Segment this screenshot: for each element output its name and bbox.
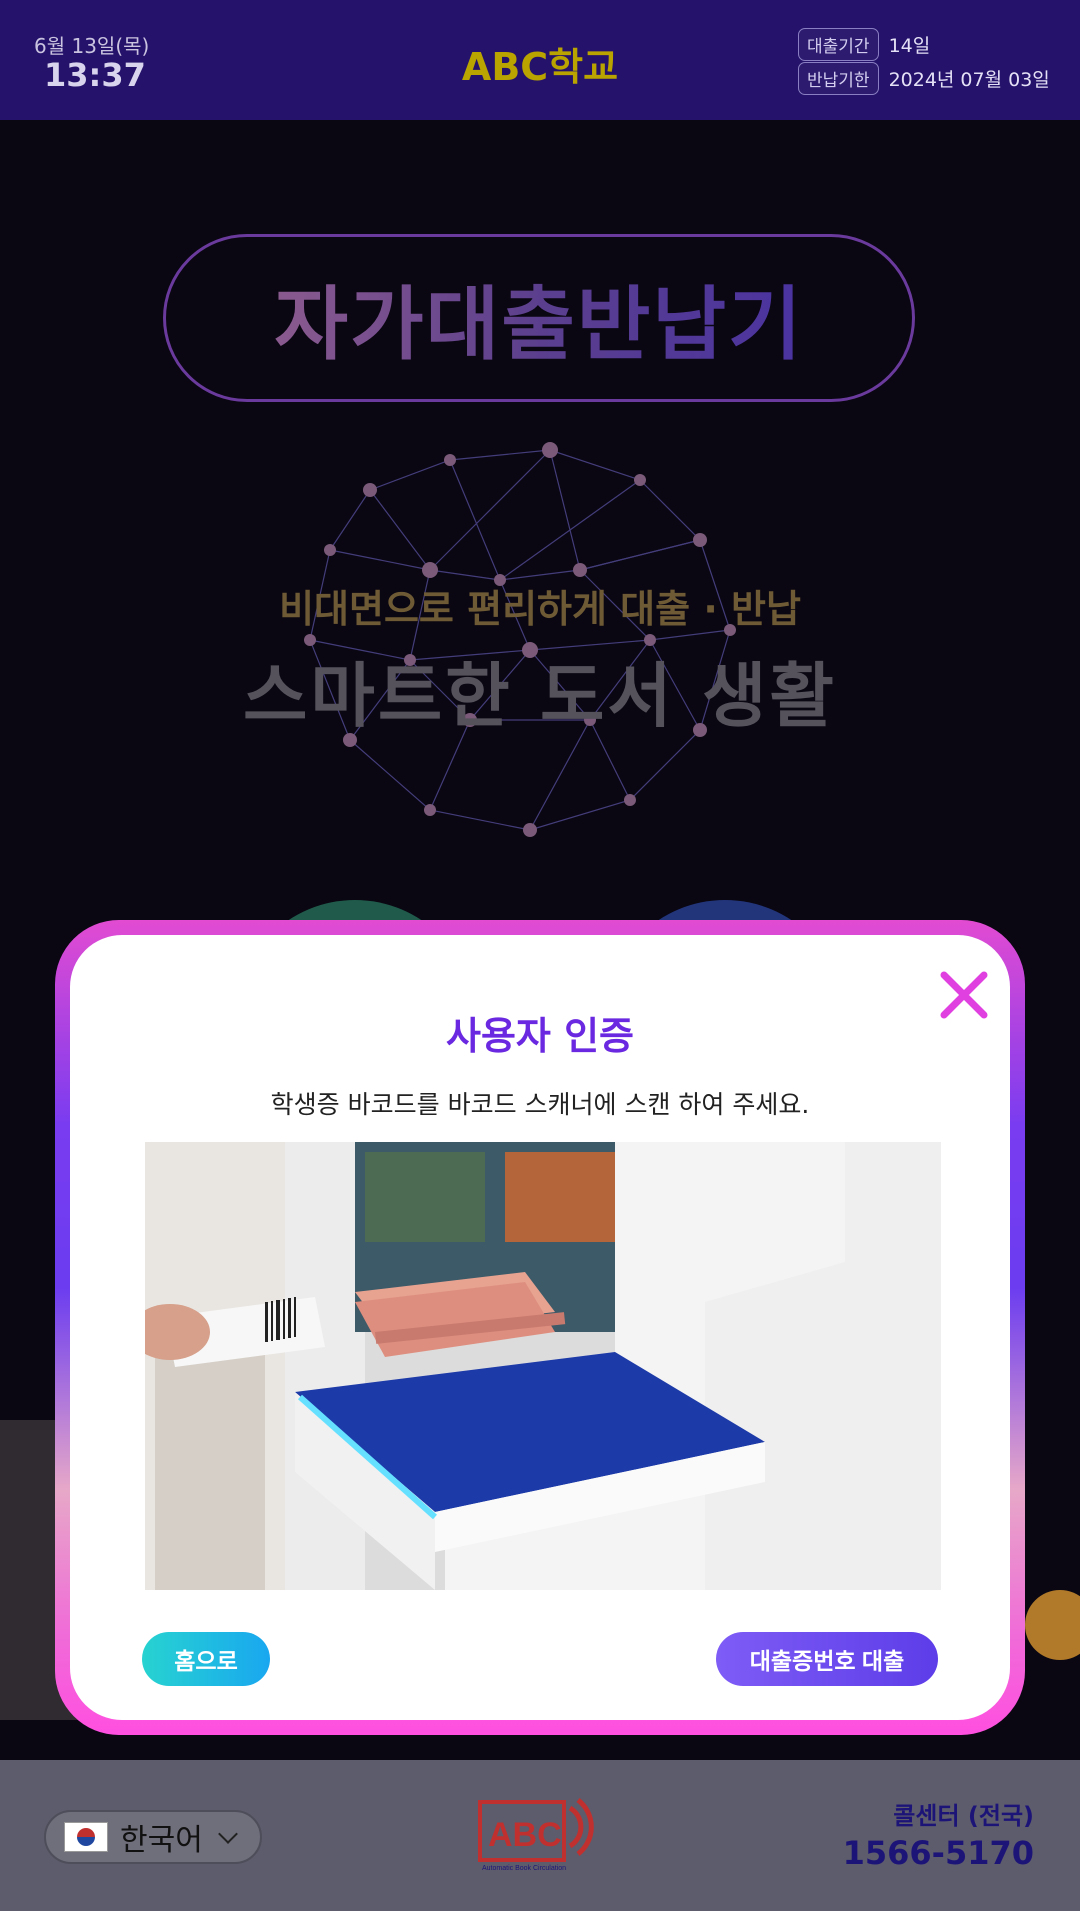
hero-title: 자가대출반납기 xyxy=(274,260,803,376)
bottom-bar: 한국어 ABC Automatic Book Circulation 콜센터 (… xyxy=(0,1760,1080,1911)
hero-subtitle: 비대면으로 편리하게 대출 · 반납 xyxy=(279,587,801,631)
top-bar: 6월 13일(목) 13:37 ABC학교 대출기간 14일 반납기한 2024… xyxy=(0,0,1080,120)
language-label: 한국어 xyxy=(120,1823,203,1858)
abc-logo: ABC Automatic Book Circulation xyxy=(478,1798,594,1872)
call-center-label: 콜센터 (전국) xyxy=(893,1802,1034,1830)
hero-tagline: 스마트한 도서 생활 xyxy=(243,655,837,737)
background-coin-decoration xyxy=(1025,1590,1080,1660)
hero-title-pill: 자가대출반납기 xyxy=(163,234,915,402)
user-auth-modal-frame: 사용자 인증 학생증 바코드를 바코드 스캐너에 스캔 하여 주세요. 홈으로 … xyxy=(55,920,1025,1735)
modal-title: 사용자 인증 xyxy=(445,1014,635,1058)
modal-instruction: 학생증 바코드를 바코드 스캐너에 스캔 하여 주세요. xyxy=(270,1090,810,1119)
language-selector[interactable]: 한국어 xyxy=(44,1810,262,1864)
due-date-value: 2024년 07월 03일 xyxy=(888,69,1050,91)
due-date-row: 반납기한 2024년 07월 03일 xyxy=(798,62,1050,95)
loan-period-value: 14일 xyxy=(888,35,931,57)
card-number-loan-button[interactable]: 대출증번호 대출 xyxy=(716,1632,938,1686)
korea-flag-icon xyxy=(64,1822,108,1852)
barcode-scan-illustration xyxy=(145,1142,941,1590)
loan-period-row: 대출기간 14일 xyxy=(798,28,930,61)
home-button[interactable]: 홈으로 xyxy=(142,1632,270,1686)
loan-period-label: 대출기간 xyxy=(798,28,879,61)
svg-text:Automatic Book Circulation: Automatic Book Circulation xyxy=(482,1865,566,1872)
call-center-number: 1566-5170 xyxy=(842,1834,1034,1872)
chevron-down-icon xyxy=(217,1824,238,1844)
user-auth-modal: 사용자 인증 학생증 바코드를 바코드 스캐너에 스캔 하여 주세요. 홈으로 … xyxy=(70,935,1010,1720)
due-date-label: 반납기한 xyxy=(798,62,879,95)
svg-text:ABC: ABC xyxy=(488,1816,562,1854)
